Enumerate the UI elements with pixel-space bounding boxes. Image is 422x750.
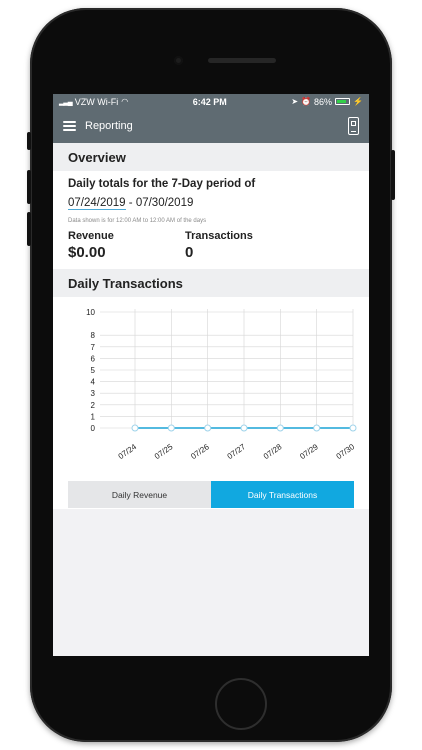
battery-percent: 86% <box>314 96 333 107</box>
volume-down-button <box>27 212 31 246</box>
data-range-note: Data shown is for 12:00 AM to 12:00 AM o… <box>68 218 207 224</box>
data-point <box>240 424 248 432</box>
mute-switch <box>27 132 31 150</box>
front-camera <box>174 56 183 65</box>
chart-toggle: Daily Revenue Daily Transactions <box>68 481 354 508</box>
wifi-icon: ◠ <box>121 97 129 106</box>
y-tick-label: 7 <box>91 343 96 352</box>
hamburger-icon[interactable] <box>63 121 76 131</box>
data-point <box>204 424 212 432</box>
data-point <box>131 424 139 432</box>
transactions-label: Transactions <box>185 230 253 242</box>
card-reader-icon[interactable] <box>348 117 359 135</box>
signal-icon: ▂▃▄ <box>59 98 73 106</box>
y-tick-label: 10 <box>86 308 95 317</box>
y-tick-label: 2 <box>91 401 96 410</box>
revenue-label: Revenue <box>68 230 114 242</box>
battery-icon <box>335 98 351 105</box>
y-tick-label: 3 <box>91 389 96 398</box>
transactions-value: 0 <box>185 244 194 261</box>
daily-transactions-button[interactable]: Daily Transactions <box>211 481 354 508</box>
x-tick-label: 07/29 <box>298 442 320 461</box>
y-tick-label: 5 <box>91 366 96 375</box>
x-tick-label: 07/28 <box>262 442 284 461</box>
status-bar: ▂▃▄ VZW Wi-Fi ◠ 6:42 PM ➤ ⏰ 86% ⚡ <box>53 94 369 109</box>
chart-card: 0 1 2 3 4 5 6 7 8 10 07/24 07/25 07/26 07/27 07/28 07/2… <box>53 297 369 509</box>
overview-heading: Overview <box>53 143 369 171</box>
revenue-value: $0.00 <box>68 244 106 261</box>
date-separator: - <box>128 197 133 209</box>
x-tick-label: 07/26 <box>189 442 211 461</box>
daily-revenue-button[interactable]: Daily Revenue <box>68 481 211 508</box>
y-tick-label: 6 <box>91 354 96 363</box>
date-range: 07/24/2019 - 07/30/2019 <box>68 194 354 212</box>
transactions-stat: Transactions 0 <box>185 230 302 261</box>
data-point <box>276 424 284 432</box>
y-tick-label: 4 <box>91 378 96 387</box>
summary-stats: Revenue $0.00 Transactions 0 <box>68 230 354 261</box>
x-tick-label: 07/25 <box>153 442 175 461</box>
earpiece-speaker <box>208 58 276 63</box>
x-tick-label: 07/24 <box>117 442 139 461</box>
x-tick-label: 07/30 <box>335 442 357 461</box>
start-date-link[interactable]: 07/24/2019 <box>68 197 126 210</box>
data-point <box>167 424 175 432</box>
charging-icon: ⚡ <box>353 97 363 106</box>
volume-up-button <box>27 170 31 204</box>
battery-level <box>337 100 347 103</box>
alarm-icon: ⏰ <box>301 97 312 106</box>
transactions-line-chart: 0 1 2 3 4 5 6 7 8 10 07/24 07/25 07/26 07/27 07/28 07/2… <box>86 308 357 461</box>
data-point <box>313 424 321 432</box>
daily-transactions-heading: Daily Transactions <box>53 269 369 297</box>
carrier-label: VZW Wi-Fi <box>74 96 119 107</box>
home-button[interactable] <box>215 678 267 730</box>
app-screen: ▂▃▄ VZW Wi-Fi ◠ 6:42 PM ➤ ⏰ 86% ⚡ Report… <box>53 94 369 656</box>
overview-card: Daily totals for the 7-Day period of 07/… <box>53 171 369 269</box>
period-text: Daily totals for the 7-Day period of <box>68 178 256 190</box>
y-tick-label: 0 <box>91 424 96 433</box>
x-tick-label: 07/27 <box>226 442 248 461</box>
data-point <box>349 424 357 432</box>
power-button <box>391 150 395 200</box>
revenue-stat: Revenue $0.00 <box>68 230 185 261</box>
clock: 6:42 PM <box>192 96 227 107</box>
y-tick-label: 1 <box>91 412 96 421</box>
nav-bar: Reporting <box>53 109 369 143</box>
location-icon: ➤ <box>291 97 299 106</box>
y-tick-label: 8 <box>91 331 96 340</box>
nav-title: Reporting <box>85 120 133 132</box>
end-date[interactable]: 07/30/2019 <box>136 197 194 209</box>
